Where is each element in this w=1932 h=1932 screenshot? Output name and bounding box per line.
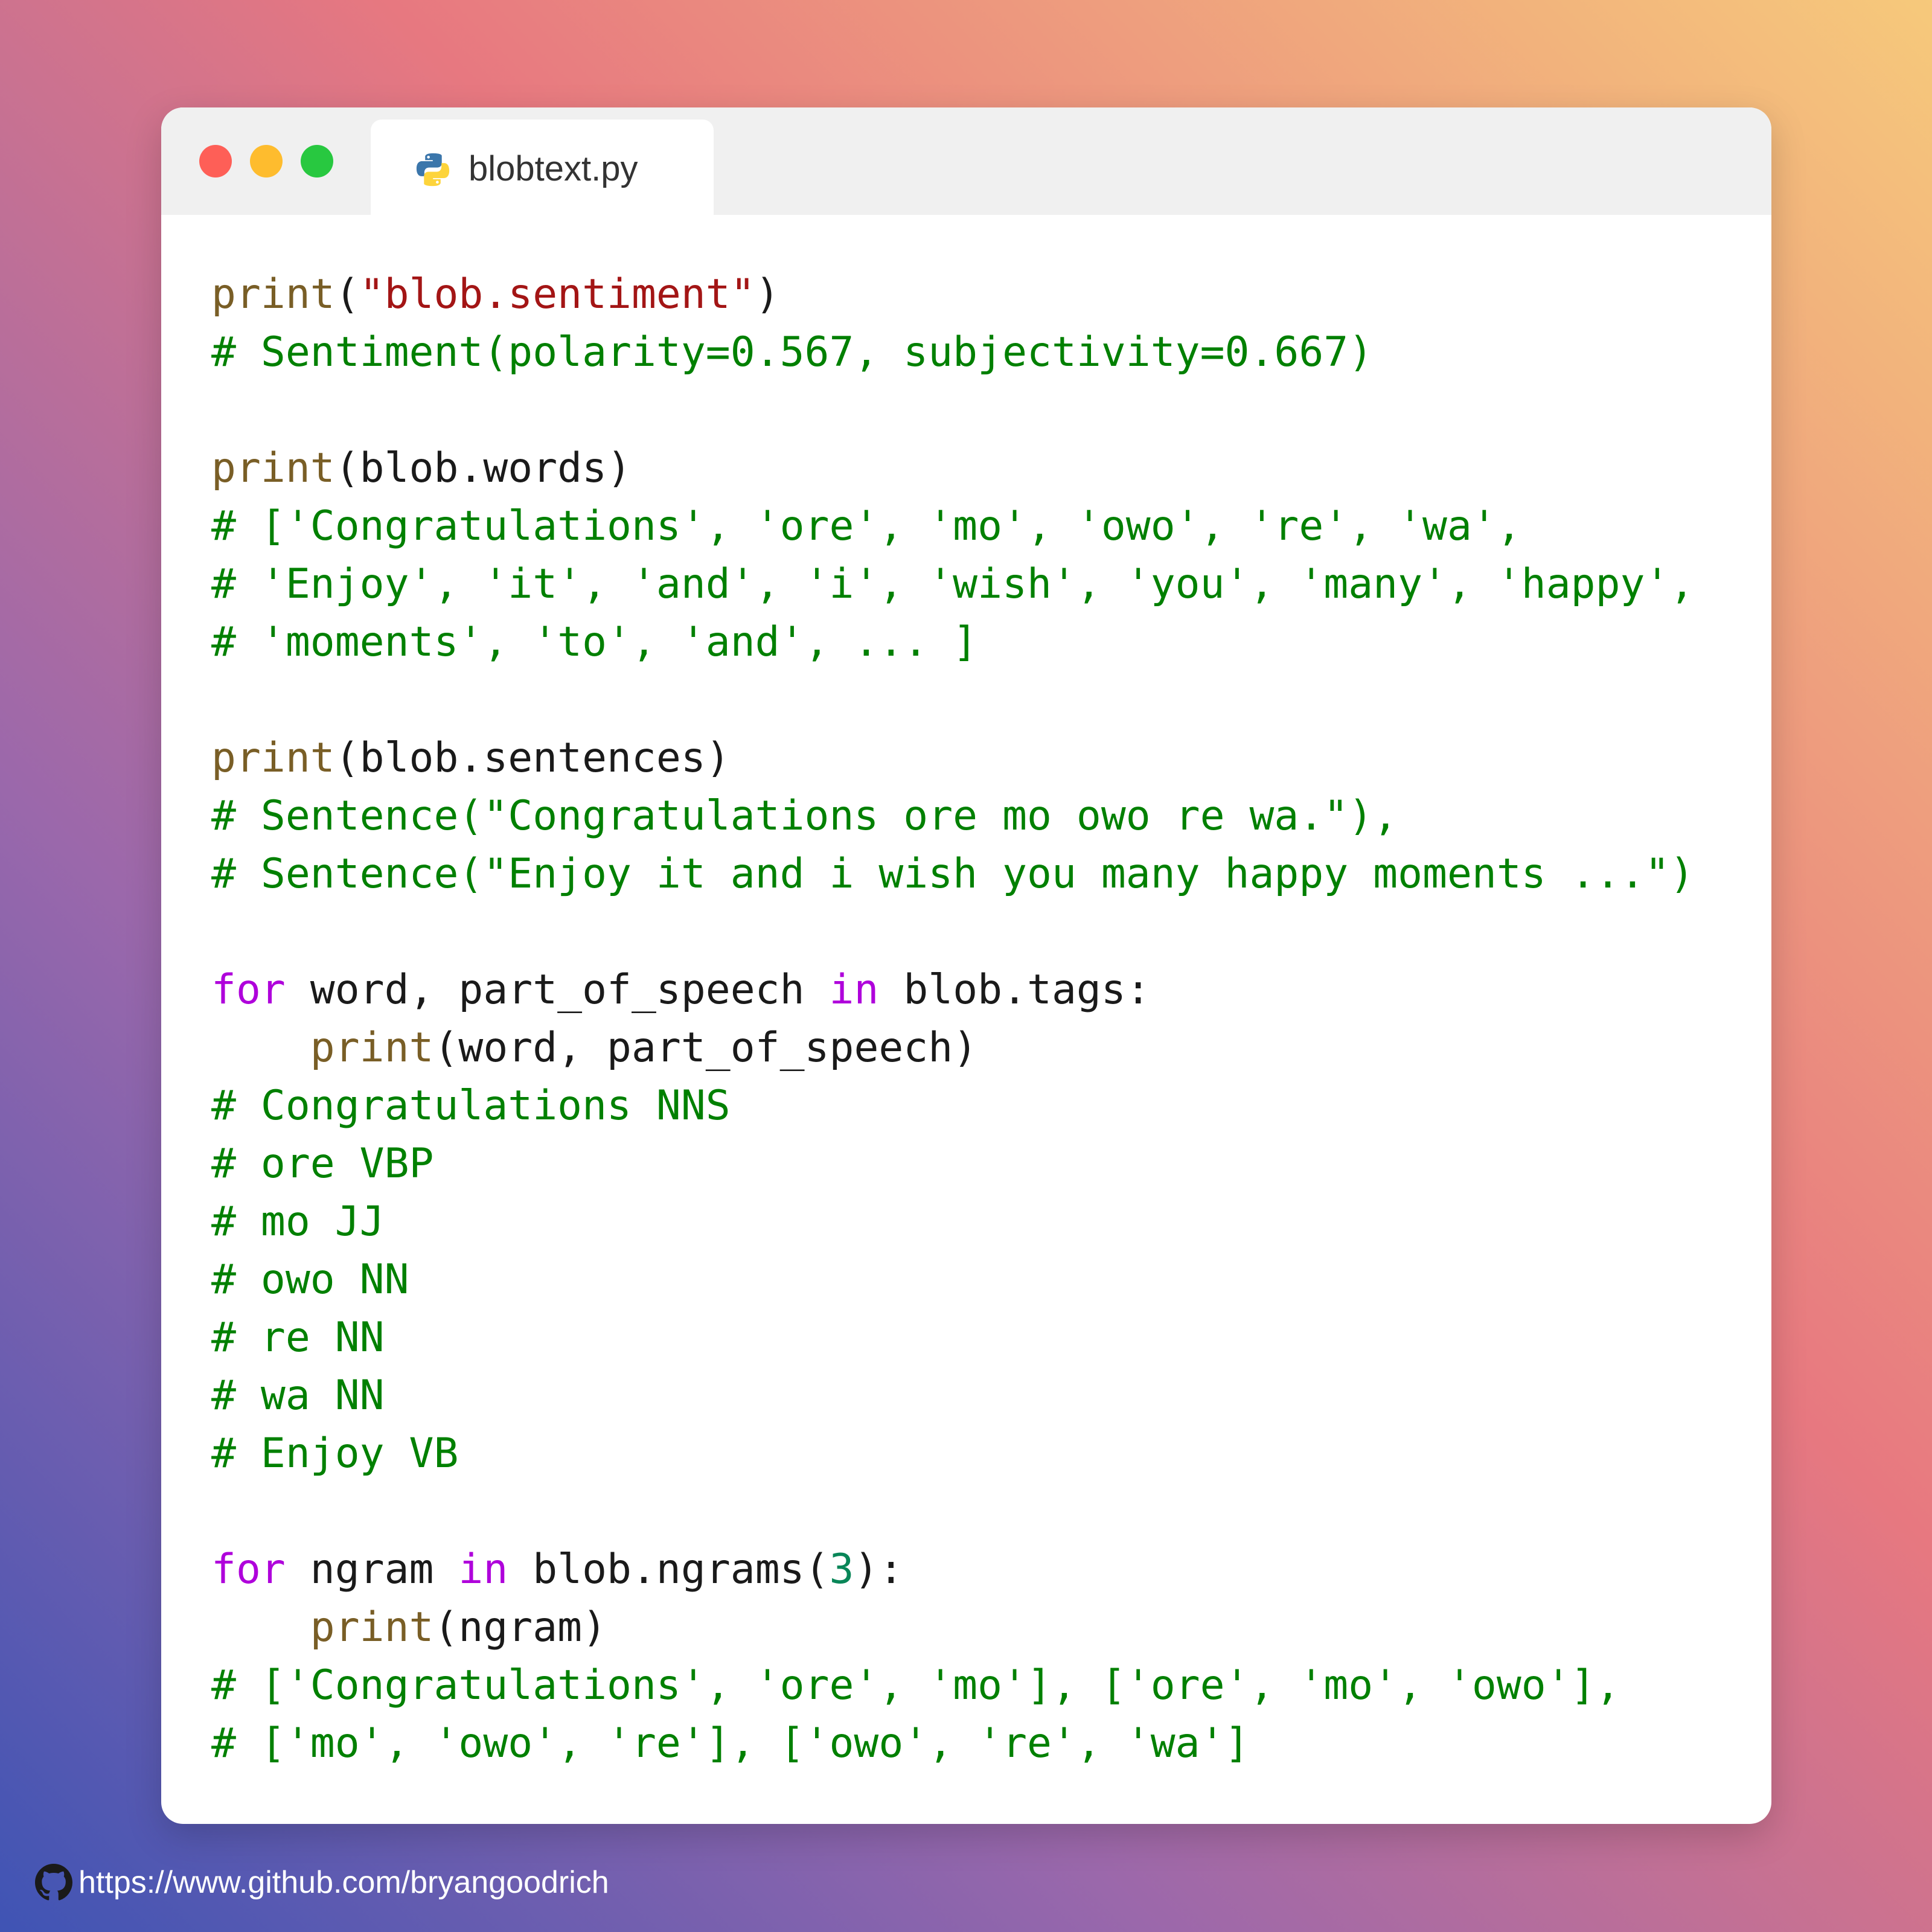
- comment-line: # ['Congratulations', 'ore', 'mo'], ['or…: [211, 1662, 1620, 1709]
- code-line: print(ngram): [211, 1599, 1694, 1657]
- code-line: print(blob.words): [211, 440, 1694, 497]
- comment-line: # ['mo', 'owo', 're'], ['owo', 're', 'wa…: [211, 1719, 1250, 1767]
- comment-line: # Congratulations NNS: [211, 1082, 731, 1130]
- code-text: (ngram): [433, 1604, 607, 1651]
- footer: https://www.github.com/bryangoodrich: [35, 1864, 609, 1901]
- comment-line: # ore VBP: [211, 1140, 434, 1188]
- function-name: print: [310, 1604, 434, 1651]
- code-line: for ngram in blob.ngrams(3):: [211, 1541, 1694, 1599]
- code-line: print(blob.sentences): [211, 729, 1694, 787]
- code-line: print("blob.sentiment"): [211, 266, 1694, 324]
- comment-line: # re NN: [211, 1314, 385, 1361]
- code-text: (word, part_of_speech): [433, 1024, 978, 1072]
- comment-line: # owo NN: [211, 1256, 409, 1303]
- code-text: (blob.sentences): [334, 734, 731, 782]
- string-literal: "blob.sentiment": [359, 270, 755, 318]
- tab-title: blobtext.py: [469, 149, 638, 188]
- paren: ): [755, 270, 780, 318]
- code-line: for word, part_of_speech in blob.tags:: [211, 961, 1694, 1019]
- close-window-button[interactable]: [199, 145, 232, 178]
- function-name: print: [211, 444, 335, 492]
- title-bar: blobtext.py: [161, 107, 1771, 215]
- comment-line: # 'Enjoy', 'it', 'and', 'i', 'wish', 'yo…: [211, 560, 1695, 608]
- number-literal: 3: [829, 1546, 854, 1593]
- comment-line: # Sentiment(polarity=0.567, subjectivity…: [211, 328, 1374, 376]
- comment-line: # ['Congratulations', 'ore', 'mo', 'owo'…: [211, 502, 1521, 550]
- code-text: blob.tags:: [878, 966, 1151, 1014]
- comment-line: # Sentence("Congratulations ore mo owo r…: [211, 792, 1398, 840]
- comment-line: # 'moments', 'to', 'and', ... ]: [211, 618, 978, 666]
- github-link[interactable]: https://www.github.com/bryangoodrich: [78, 1864, 609, 1901]
- code-text: ):: [854, 1546, 904, 1593]
- code-text: ngram: [285, 1546, 459, 1593]
- github-icon: [35, 1864, 72, 1901]
- function-name: print: [310, 1024, 434, 1072]
- python-icon: [416, 153, 450, 187]
- keyword: in: [829, 966, 879, 1014]
- tab-blobtext[interactable]: blobtext.py: [371, 120, 714, 215]
- function-name: print: [211, 270, 335, 318]
- keyword: for: [211, 966, 286, 1014]
- code-window: blobtext.py print("blob.sentiment") # Sen…: [161, 107, 1771, 1824]
- code-line: print(word, part_of_speech): [211, 1019, 1694, 1077]
- comment-line: # Sentence("Enjoy it and i wish you many…: [211, 850, 1695, 898]
- maximize-window-button[interactable]: [301, 145, 333, 178]
- function-name: print: [211, 734, 335, 782]
- paren: (: [334, 270, 360, 318]
- keyword: in: [458, 1546, 508, 1593]
- comment-line: # wa NN: [211, 1372, 385, 1419]
- code-editor[interactable]: print("blob.sentiment") # Sentiment(polar…: [211, 266, 1694, 1773]
- code-text: blob.ngrams(: [508, 1546, 830, 1593]
- minimize-window-button[interactable]: [250, 145, 283, 178]
- code-text: (blob.words): [334, 444, 632, 492]
- code-text: word, part_of_speech: [285, 966, 830, 1014]
- comment-line: # mo JJ: [211, 1198, 385, 1246]
- comment-line: # Enjoy VB: [211, 1430, 459, 1477]
- keyword: for: [211, 1546, 286, 1593]
